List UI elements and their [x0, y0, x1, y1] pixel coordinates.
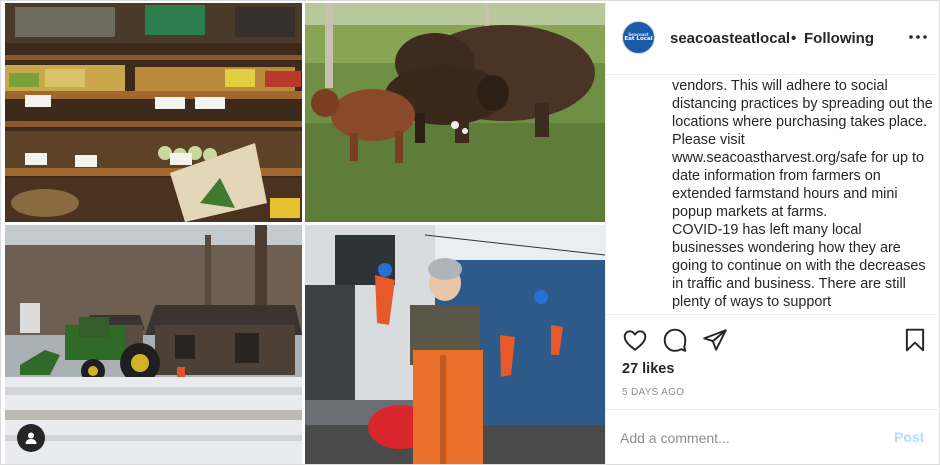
- likes-count[interactable]: 27 likes: [622, 361, 674, 377]
- avatar-text-main: Eat Local: [624, 35, 653, 42]
- bison-pasture-photo: [305, 3, 605, 222]
- instagram-post: Seacoast Eat Local seacoasteatlocal • Fo…: [0, 0, 940, 465]
- post-panel: Seacoast Eat Local seacoasteatlocal • Fo…: [605, 1, 940, 465]
- post-image[interactable]: [5, 3, 605, 464]
- avatar[interactable]: Seacoast Eat Local: [622, 21, 655, 54]
- post-actions: 27 likes 5 DAYS AGO: [606, 314, 940, 408]
- comment-bar: Post: [606, 409, 940, 465]
- caption-paragraph: vendors. This will adhere to social dist…: [672, 78, 933, 220]
- separator-dot: •: [791, 30, 797, 47]
- comment-icon[interactable]: [662, 327, 688, 353]
- post-caption: vendors. This will adhere to social dist…: [672, 77, 934, 311]
- post-header: Seacoast Eat Local seacoasteatlocal • Fo…: [606, 1, 940, 75]
- user-tag-icon[interactable]: [17, 424, 45, 452]
- post-timestamp[interactable]: 5 DAYS AGO: [622, 387, 684, 398]
- avatar-text-top: Seacoast: [628, 31, 649, 37]
- fisherman-boat-photo: [305, 225, 605, 464]
- caption-paragraph: COVID-19 has left many local businesses …: [672, 222, 926, 310]
- snowy-farm-tractor-photo: [5, 225, 302, 464]
- farmstand-produce-photo: [5, 3, 302, 222]
- more-options-icon[interactable]: [908, 23, 928, 51]
- heart-icon[interactable]: [622, 327, 648, 353]
- bookmark-icon[interactable]: [902, 327, 928, 353]
- post-comment-button[interactable]: Post: [894, 429, 924, 445]
- following-button[interactable]: Following: [804, 30, 874, 47]
- share-icon[interactable]: [702, 327, 728, 353]
- comment-input[interactable]: [620, 426, 860, 450]
- username-link[interactable]: seacoasteatlocal: [670, 30, 790, 47]
